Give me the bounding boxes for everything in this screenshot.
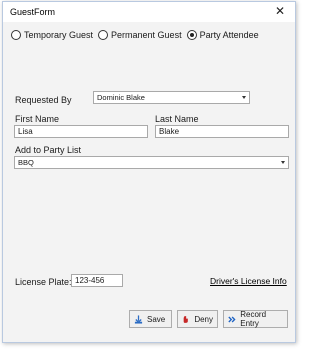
last-name-label: Last Name [155, 114, 199, 124]
last-name-field[interactable]: Blake [155, 125, 289, 138]
last-name-value: Blake [159, 127, 180, 136]
chevron-down-icon[interactable] [281, 161, 285, 164]
license-plate-value: 123-456 [75, 276, 105, 285]
radio-label: Party Attendee [199, 30, 259, 40]
guest-type-radio-group: Temporary Guest Permanent Guest Party At… [11, 30, 264, 40]
first-name-field[interactable]: Lisa [14, 125, 148, 138]
first-name-value: Lisa [18, 127, 33, 136]
close-button[interactable]: ✕ [273, 4, 287, 18]
party-list-dropdown[interactable]: BBQ [14, 156, 289, 169]
license-plate-label: License Plate: [15, 277, 72, 287]
title-bar: GuestForm ✕ [3, 2, 295, 22]
radio-label: Temporary Guest [24, 30, 94, 40]
radio-dot[interactable] [11, 30, 21, 40]
radio-temporary-guest[interactable]: Temporary Guest [11, 30, 93, 40]
chevron-down-icon[interactable] [242, 96, 246, 99]
radio-dot[interactable] [98, 30, 109, 40]
requested-by-dropdown[interactable]: Dominic Blake [93, 91, 250, 104]
deny-button[interactable]: Deny [177, 310, 218, 328]
requested-by-value: Dominic Blake [97, 93, 145, 102]
record-entry-icon [228, 316, 236, 322]
radio-party-attendee[interactable]: Party Attendee [186, 30, 259, 40]
save-button[interactable]: Save [129, 310, 172, 328]
party-list-value: BBQ [18, 158, 34, 167]
window-title: GuestForm [10, 7, 56, 17]
radio-permanent-guest[interactable]: Permanent Guest [98, 30, 182, 40]
drivers-license-info-link[interactable]: Driver's License Info [210, 276, 287, 286]
deny-button-label: Deny [194, 314, 213, 324]
record-entry-button-label: Record Entry [240, 310, 267, 328]
license-plate-field[interactable]: 123-456 [71, 274, 123, 287]
party-list-label: Add to Party List [15, 145, 82, 155]
save-button-label: Save [147, 314, 166, 324]
save-icon [134, 314, 143, 324]
radio-label: Permanent Guest [111, 30, 182, 40]
first-name-label: First Name [15, 114, 60, 124]
requested-by-label: Requested By [15, 95, 72, 105]
deny-icon [183, 315, 188, 323]
radio-dot-selected[interactable] [186, 30, 197, 40]
guest-form-window: GuestForm ✕ Temporary Guest Permanent Gu… [2, 1, 296, 343]
record-entry-button[interactable]: Record Entry [223, 310, 288, 328]
